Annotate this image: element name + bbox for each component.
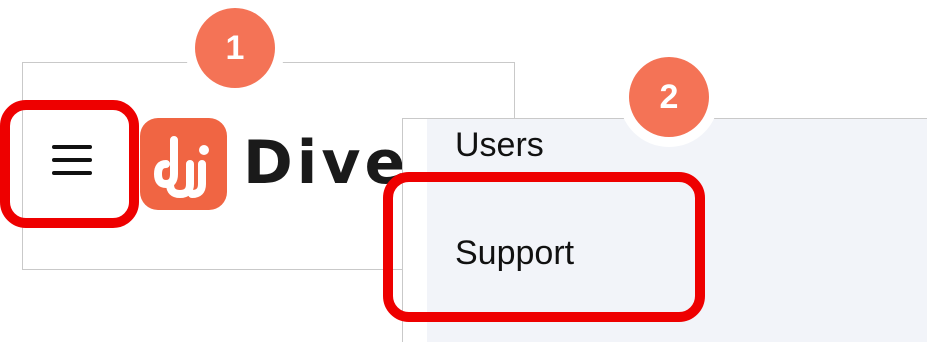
brand-logo-icon[interactable]	[140, 118, 227, 210]
step-badge-2: 2	[629, 57, 709, 137]
highlight-hamburger	[0, 100, 139, 228]
logo-glyph	[153, 136, 209, 199]
menu-item-users[interactable]: Users	[455, 125, 544, 165]
highlight-support	[383, 172, 705, 322]
step-badge-1: 1	[195, 8, 275, 88]
